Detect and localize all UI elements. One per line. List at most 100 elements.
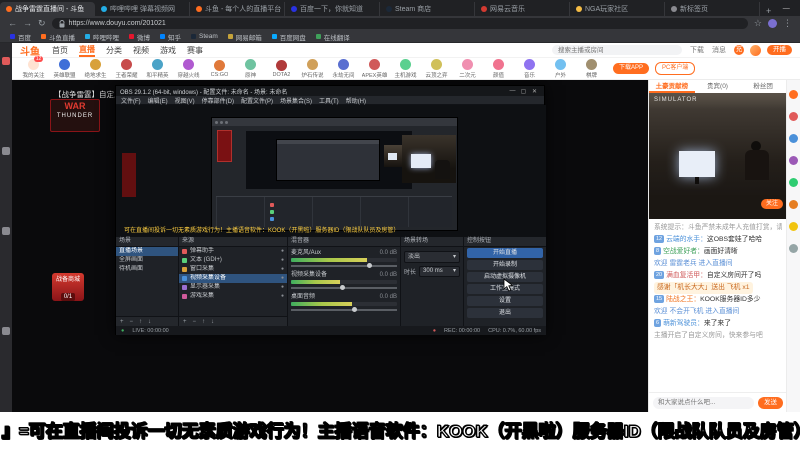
chat-username[interactable]: 空战爱好者 — [663, 248, 704, 255]
follow-button[interactable]: 关注 — [760, 199, 783, 209]
bookmark-item[interactable]: 知乎 — [160, 32, 181, 42]
scene-item[interactable]: 直播场景 — [116, 247, 178, 256]
source-up-icon[interactable]: ↑ — [202, 319, 205, 325]
scene-item[interactable]: 待机画面 — [116, 265, 178, 274]
side-gadget-icon[interactable] — [789, 156, 798, 165]
menu-dots-icon[interactable]: ⋮ — [783, 16, 792, 31]
remove-scene-icon[interactable]: − — [130, 319, 134, 325]
obs-preview-canvas[interactable]: 可在直播间投诉一切无素质游戏行为！主播语音软件：KOOK（开黑啦）服务器ID（限… — [116, 105, 546, 237]
bookmark-item[interactable]: 斗鱼直播 — [41, 32, 75, 42]
nav-esports[interactable]: 赛事 — [187, 45, 203, 56]
activity-pendant[interactable]: 战备商城 0/1 — [52, 273, 84, 301]
category-item[interactable]: 棋牌 — [576, 58, 607, 79]
add-scene-icon[interactable]: + — [120, 319, 124, 325]
browser-tab[interactable]: NGA玩家社区 — [570, 2, 665, 16]
visibility-eye-icon[interactable]: ● — [281, 247, 284, 256]
category-item[interactable]: 穿越火线 — [173, 58, 204, 79]
message-link[interactable]: 消息 — [712, 45, 726, 55]
bookmark-item[interactable]: 在线翻译 — [315, 32, 350, 42]
source-item[interactable]: 游戏采集 ● — [179, 292, 287, 301]
browser-tab[interactable]: 新标签页 — [665, 2, 760, 16]
stream-player[interactable]: 【战争雷霆】自定义房间已开启 欢迎加入 WAR THUNDER 战备商城 0/1… — [12, 80, 648, 412]
side-gadget-icon[interactable] — [789, 244, 798, 253]
nav-live[interactable]: 直播 — [79, 44, 95, 57]
obs-menu-scene-collection[interactable]: 场景集合(S) — [280, 96, 312, 105]
bookmark-item[interactable]: 网易邮箱 — [227, 32, 262, 42]
side-gadget-icon[interactable] — [789, 90, 798, 99]
nav-video[interactable]: 视频 — [133, 45, 149, 56]
category-item[interactable]: 和平精英 — [142, 58, 173, 79]
bookmark-item[interactable]: 微博 — [129, 32, 150, 42]
tab-fanclub[interactable]: 粉丝团 — [740, 80, 786, 93]
exit-button[interactable]: 退出 — [467, 308, 543, 318]
source-item[interactable]: 文本 (GDI+) ● — [179, 256, 287, 265]
obs-close-icon[interactable]: ✕ — [529, 88, 540, 95]
source-item[interactable]: 窗口采集 ● — [179, 265, 287, 274]
side-gadget-icon[interactable] — [789, 178, 798, 187]
category-item[interactable]: 颜值 — [483, 58, 514, 79]
visibility-eye-icon[interactable]: ● — [281, 265, 284, 274]
category-item[interactable]: CS:GO — [204, 59, 235, 78]
side-gadget-icon[interactable] — [789, 222, 798, 231]
volume-slider[interactable] — [291, 306, 397, 313]
bookmark-item[interactable]: Steam — [191, 33, 218, 40]
bookmark-item[interactable]: 百度网盘 — [271, 32, 306, 42]
rail-icon[interactable] — [2, 57, 10, 65]
browser-profile-avatar[interactable] — [768, 19, 777, 28]
category-item[interactable]: 音乐 — [514, 58, 545, 79]
obs-menu-profile[interactable]: 配置文件(P) — [241, 96, 273, 105]
source-item[interactable]: 视频采集设备 ● — [179, 274, 287, 283]
obs-maximize-icon[interactable]: ▢ — [518, 88, 529, 95]
remove-source-icon[interactable]: − — [193, 319, 197, 325]
browser-tab[interactable]: 斗鱼 - 每个人的直播平台 — [190, 2, 285, 16]
category-item[interactable]: 王者荣耀 — [111, 58, 142, 79]
add-source-icon[interactable]: + — [183, 319, 187, 325]
duration-stepper[interactable]: 300 ms ▾ — [419, 266, 460, 277]
back-icon[interactable]: ← — [8, 16, 17, 31]
reload-icon[interactable]: ↻ — [38, 16, 46, 31]
bookmark-item[interactable]: 哔哩哔哩 — [85, 32, 119, 42]
category-item[interactable]: 主机游戏 — [390, 58, 421, 79]
chat-username[interactable]: 云端的水手 — [666, 236, 707, 243]
transition-select[interactable]: 淡出 ▾ — [404, 251, 460, 263]
source-down-icon[interactable]: ↓ — [211, 319, 214, 325]
bookmark-item[interactable]: 百度 — [10, 32, 31, 42]
forward-icon[interactable]: → — [23, 16, 32, 31]
volume-slider[interactable] — [291, 284, 397, 291]
visibility-eye-icon[interactable]: ● — [281, 283, 284, 292]
rail-icon[interactable] — [2, 327, 10, 335]
category-item[interactable]: 户外 — [545, 58, 576, 79]
browser-tab[interactable]: 哔哩哔哩 弹幕视频网 — [95, 2, 190, 16]
rail-icon[interactable] — [2, 147, 10, 155]
browser-tab[interactable]: 战争雷霆直播间 - 斗鱼 — [0, 2, 95, 16]
chat-username[interactable]: 满血复活甲 — [666, 272, 707, 279]
source-item[interactable]: 显示器采集 ● — [179, 283, 287, 292]
start-recording-button[interactable]: 开始录制 — [467, 260, 543, 270]
send-button[interactable]: 发送 — [758, 396, 783, 409]
category-item[interactable]: 二次元 — [452, 58, 483, 79]
tab-vip[interactable]: 贵宾(0) — [695, 80, 741, 93]
scene-item[interactable]: 全屏画面 — [116, 256, 178, 265]
url-box[interactable]: https://www.douyu.com/201021 — [51, 18, 748, 29]
start-streaming-button[interactable]: 开始直播 — [467, 248, 543, 258]
new-tab-button[interactable]: + — [760, 6, 777, 16]
visibility-eye-icon[interactable]: ● — [281, 292, 284, 301]
visibility-eye-icon[interactable]: ● — [281, 274, 284, 283]
obs-menu-view[interactable]: 视图(V) — [175, 96, 195, 105]
bookmark-star-icon[interactable]: ☆ — [754, 16, 762, 31]
category-item[interactable]: 永劫无间 — [328, 58, 359, 79]
recharge-badge[interactable]: 充 — [734, 45, 744, 55]
user-avatar[interactable] — [750, 44, 761, 56]
webcam-video[interactable]: SIMULATOR 关注 — [649, 93, 787, 219]
browser-tab[interactable]: Steam 商店 — [380, 2, 475, 16]
nav-game[interactable]: 游戏 — [160, 45, 176, 56]
obs-minimize-icon[interactable]: — — [507, 88, 518, 94]
side-gadget-icon[interactable] — [789, 112, 798, 121]
nav-category[interactable]: 分类 — [106, 45, 122, 56]
visibility-eye-icon[interactable]: ● — [281, 256, 284, 265]
category-item[interactable]: 英雄联盟 — [49, 58, 80, 79]
category-item[interactable]: DOTA2 — [266, 59, 297, 78]
tab-contribution[interactable]: 土豪贡献榜 — [649, 80, 695, 93]
category-item-follow[interactable]: 12 我的关注 — [18, 55, 49, 79]
category-item[interactable]: 炉石传说 — [297, 58, 328, 79]
